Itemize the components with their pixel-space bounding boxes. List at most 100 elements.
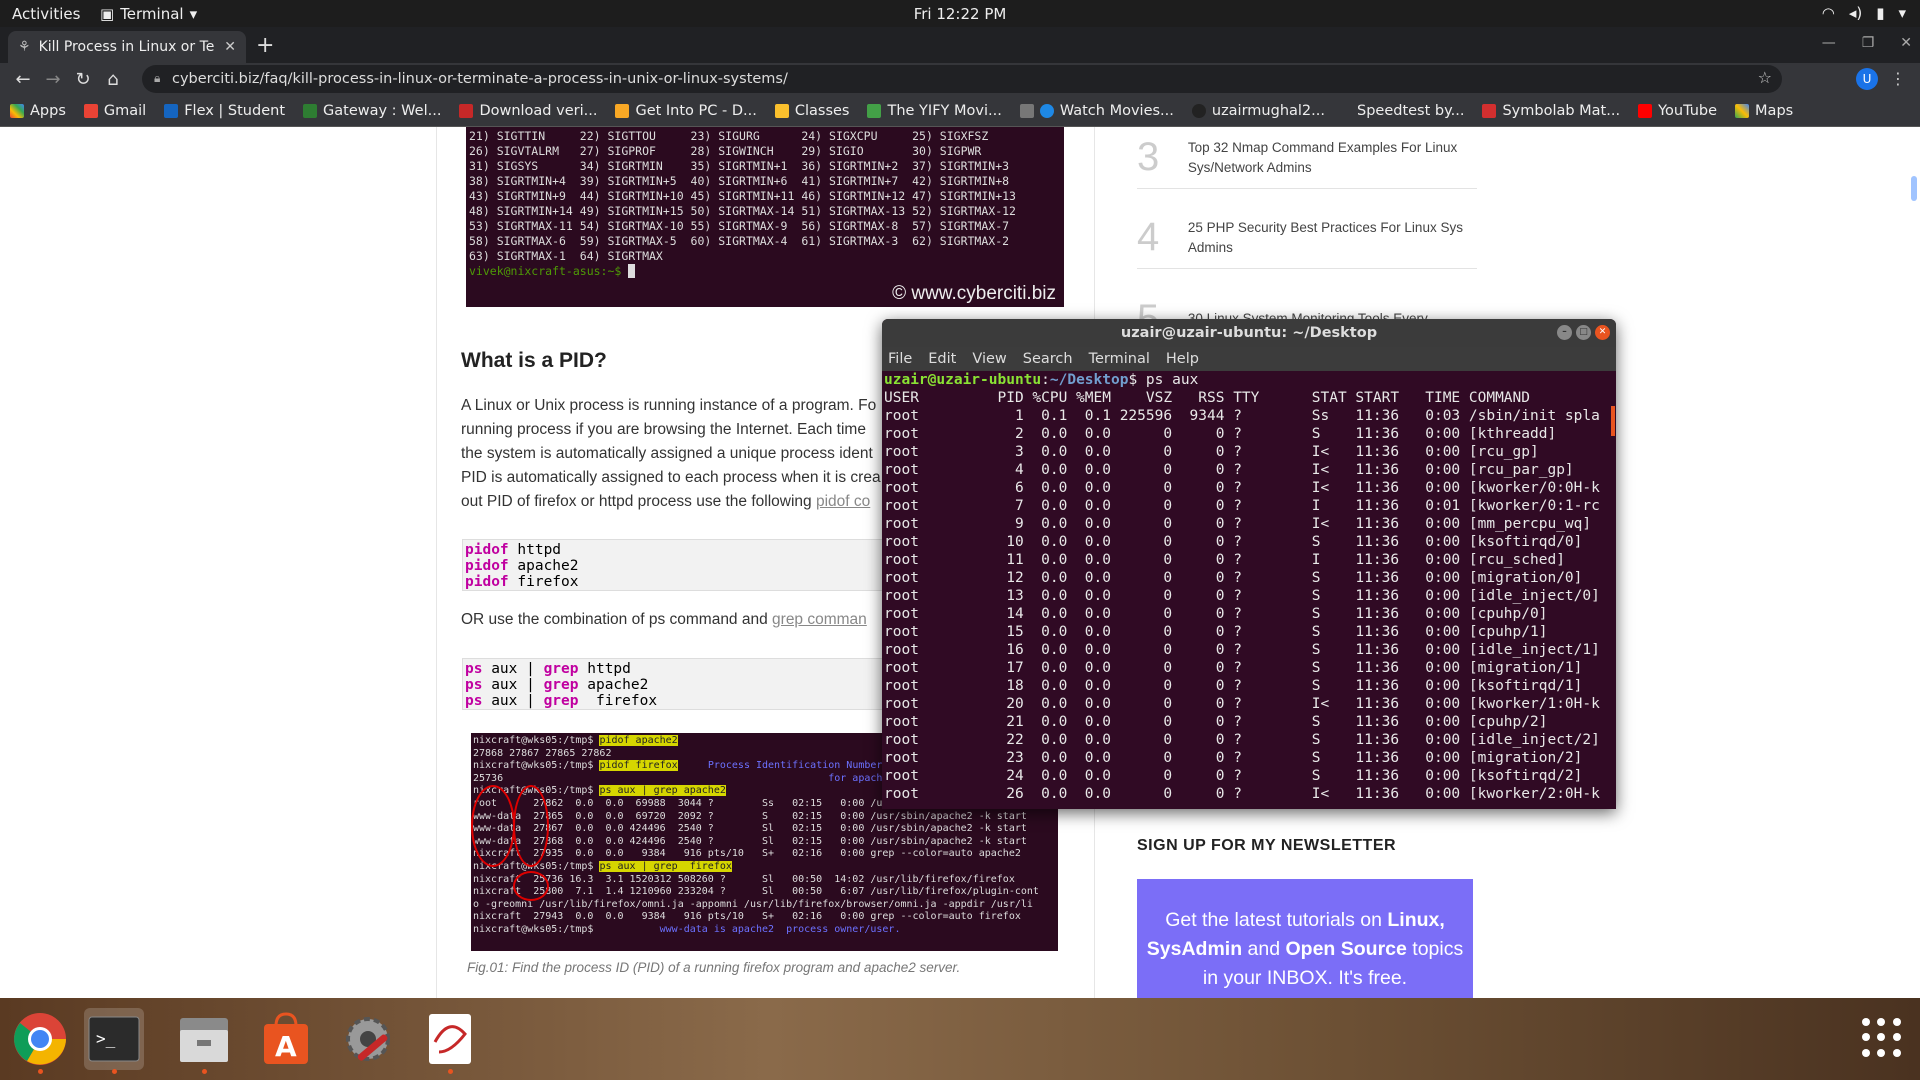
pid-paragraph: A Linux or Unix process is running insta… (461, 394, 881, 514)
bookmark-classes[interactable]: Classes (774, 102, 850, 119)
bookmark-star-icon[interactable]: ☆ (1758, 68, 1772, 87)
figure-line: nixcraft@wks05:/tmp$ www-data is apache2… (473, 923, 901, 935)
signal-line: 38) SIGRTMIN+4 39) SIGRTMIN+5 40) SIGRTM… (469, 174, 1010, 188)
bookmark-gmail[interactable]: Gmail (83, 102, 147, 119)
profile-avatar[interactable]: U (1856, 68, 1878, 90)
process-row: root 16 0.0 0.0 0 0 ? S 11:36 0:00 [idle… (884, 642, 1600, 658)
bookmark-symbolab[interactable]: Symbolab Mat... (1482, 103, 1620, 119)
signal-line: 43) SIGRTMIN+9 44) SIGRTMIN+10 45) SIGRT… (469, 189, 1016, 203)
dock-text-editor[interactable] (420, 1008, 480, 1074)
process-row: root 20 0.0 0.0 0 0 ? I< 11:36 0:00 [kwo… (884, 696, 1600, 712)
menu-terminal[interactable]: Terminal (1089, 351, 1150, 367)
signal-prompt: vivek@nixcraft-asus:~$ (469, 264, 1061, 279)
bookmark-label: Maps (1755, 102, 1794, 119)
chrome-icon (14, 1013, 66, 1065)
popular-post-item[interactable]: 4 25 PHP Security Best Practices For Lin… (1137, 207, 1477, 269)
bookmark-youtube[interactable]: YouTube (1638, 103, 1717, 119)
grep-command-link[interactable]: grep comman (772, 611, 867, 628)
bookmark-label: Classes (794, 102, 850, 119)
menu-file[interactable]: File (888, 351, 912, 367)
dock-files[interactable] (174, 1008, 234, 1074)
bookmark-yify[interactable]: The YIFY Movi... (867, 103, 1002, 119)
dock-chrome[interactable] (10, 1008, 70, 1074)
bookmark-apps[interactable]: Apps (10, 103, 66, 119)
browser-toolbar: ← → ↻ ⌂ 🔒︎ cyberciti.biz/faq/kill-proces… (0, 63, 1920, 95)
process-row: root 12 0.0 0.0 0 0 ? S 11:36 0:00 [migr… (884, 570, 1583, 586)
code-block-pidof: pidof httpd pidof apache2 pidof firefox (462, 539, 892, 591)
post-title-link[interactable]: Top 32 Nmap Command Examples For Linux S… (1188, 138, 1477, 178)
menu-search[interactable]: Search (1023, 351, 1073, 367)
popular-post-item[interactable]: 3 Top 32 Nmap Command Examples For Linux… (1137, 127, 1477, 189)
running-indicator (112, 1069, 117, 1074)
show-applications-icon[interactable] (1862, 1018, 1902, 1058)
bookmark-gateway[interactable]: Gateway : Wel... (303, 103, 441, 119)
terminal-icon: >_ (88, 1016, 140, 1062)
dock: >_ A (0, 998, 1920, 1080)
bookmark-flex[interactable]: Flex | Student (164, 103, 285, 119)
process-row: root 2 0.0 0.0 0 0 ? S 11:36 0:00 [kthre… (884, 426, 1557, 442)
restore-icon[interactable]: ❐ (1862, 35, 1875, 51)
download-x-icon (459, 103, 474, 118)
menu-help[interactable]: Help (1166, 351, 1199, 367)
dock-settings[interactable] (338, 1008, 398, 1070)
tab-active[interactable]: ⚘ Kill Process in Linux or Te ✕ (8, 31, 246, 63)
bookmark-getintopc[interactable]: Get Into PC - D... (615, 102, 757, 119)
home-icon[interactable]: ⌂ (98, 69, 128, 90)
reload-icon[interactable]: ↻ (68, 69, 98, 90)
newsletter-box[interactable]: Get the latest tutorials on Linux, SysAd… (1137, 879, 1473, 998)
app-menu[interactable]: ▣ Terminal ▾ (100, 5, 197, 23)
dock-terminal[interactable]: >_ (84, 1008, 144, 1074)
pidof-link[interactable]: pidof co (816, 493, 870, 510)
clock[interactable]: Fri 12:22 PM (0, 5, 1920, 23)
code-line: ps aux | grep apache2 (465, 677, 649, 693)
terminal-titlebar[interactable]: uzair@uzair-ubuntu: ~/Desktop – □ ✕ (882, 319, 1616, 347)
forward-icon[interactable]: → (38, 69, 68, 90)
menu-view[interactable]: View (972, 351, 1006, 367)
post-title-link[interactable]: 25 PHP Security Best Practices For Linux… (1188, 218, 1477, 258)
page-scrollbar[interactable] (1911, 176, 1917, 201)
svg-text:A: A (275, 1030, 297, 1063)
gateway-icon (303, 103, 318, 118)
maximize-icon[interactable]: □ (1576, 325, 1591, 340)
activities-button[interactable]: Activities (0, 5, 100, 23)
signal-line: 53) SIGRTMAX-11 54) SIGRTMAX-10 55) SIGR… (469, 219, 1010, 233)
figure-line: nixcraft 27935 0.0 0.0 9384 916 pts/10 S… (473, 848, 1021, 860)
terminal-scrollbar[interactable] (1611, 406, 1615, 436)
newsletter-bold: SysAdmin (1146, 938, 1243, 960)
paragraph-line: the system is automatically assigned a u… (461, 445, 873, 462)
bookmark-label: Gmail (103, 102, 147, 119)
figure-line: o -greomni /usr/lib/firefox/omni.ja -app… (473, 898, 1033, 910)
terminal-output[interactable]: uzair@uzair-ubuntu:~/Desktop$ ps aux USE… (882, 371, 1616, 809)
system-tray[interactable]: ◠ ◂) ▮ ▾ (1822, 4, 1906, 22)
process-row: root 18 0.0 0.0 0 0 ? S 11:36 0:00 [ksof… (884, 678, 1583, 694)
pid-highlight-circle (471, 785, 515, 867)
power-icon: ▾ (1898, 4, 1906, 22)
address-bar[interactable]: 🔒︎ cyberciti.biz/faq/kill-process-in-lin… (142, 65, 1782, 93)
new-tab-button[interactable]: + (256, 33, 274, 58)
menu-edit[interactable]: Edit (928, 351, 956, 367)
tab-close-icon[interactable]: ✕ (224, 39, 236, 55)
back-icon[interactable]: ← (8, 69, 38, 90)
minimize-icon[interactable]: — (1822, 35, 1836, 51)
section-heading: What is a PID? (461, 349, 607, 372)
bookmark-watch-movies[interactable]: Watch Movies... (1019, 103, 1174, 119)
bookmark-label: YouTube (1658, 102, 1718, 119)
newsletter-text: in your INBOX. It's free. (1202, 967, 1408, 989)
bookmark-maps[interactable]: Maps (1735, 103, 1793, 119)
bookmark-label: Get Into PC - D... (635, 102, 757, 119)
minimize-icon[interactable]: – (1557, 325, 1572, 340)
chrome-menu-icon[interactable]: ⋮ (1890, 69, 1906, 88)
paragraph-line: A Linux or Unix process is running insta… (461, 397, 877, 414)
bookmark-github[interactable]: uzairmughal2... (1191, 103, 1325, 119)
play-icon (1039, 103, 1054, 118)
process-row: root 6 0.0 0.0 0 0 ? I< 11:36 0:00 [kwor… (884, 480, 1600, 496)
terminal-window[interactable]: uzair@uzair-ubuntu: ~/Desktop – □ ✕ File… (882, 319, 1616, 809)
close-icon[interactable]: ✕ (1595, 325, 1610, 340)
bookmark-speedtest[interactable]: Speedtest by... (1357, 103, 1464, 119)
lock-icon[interactable]: 🔒︎ (154, 71, 160, 86)
bookmark-download[interactable]: Download veri... (459, 103, 597, 119)
dock-software[interactable]: A (256, 1008, 316, 1070)
close-window-icon[interactable]: ✕ (1900, 35, 1912, 51)
figure-caption: Fig.01: Find the process ID (PID) of a r… (467, 960, 961, 975)
getintopc-icon (615, 103, 630, 118)
